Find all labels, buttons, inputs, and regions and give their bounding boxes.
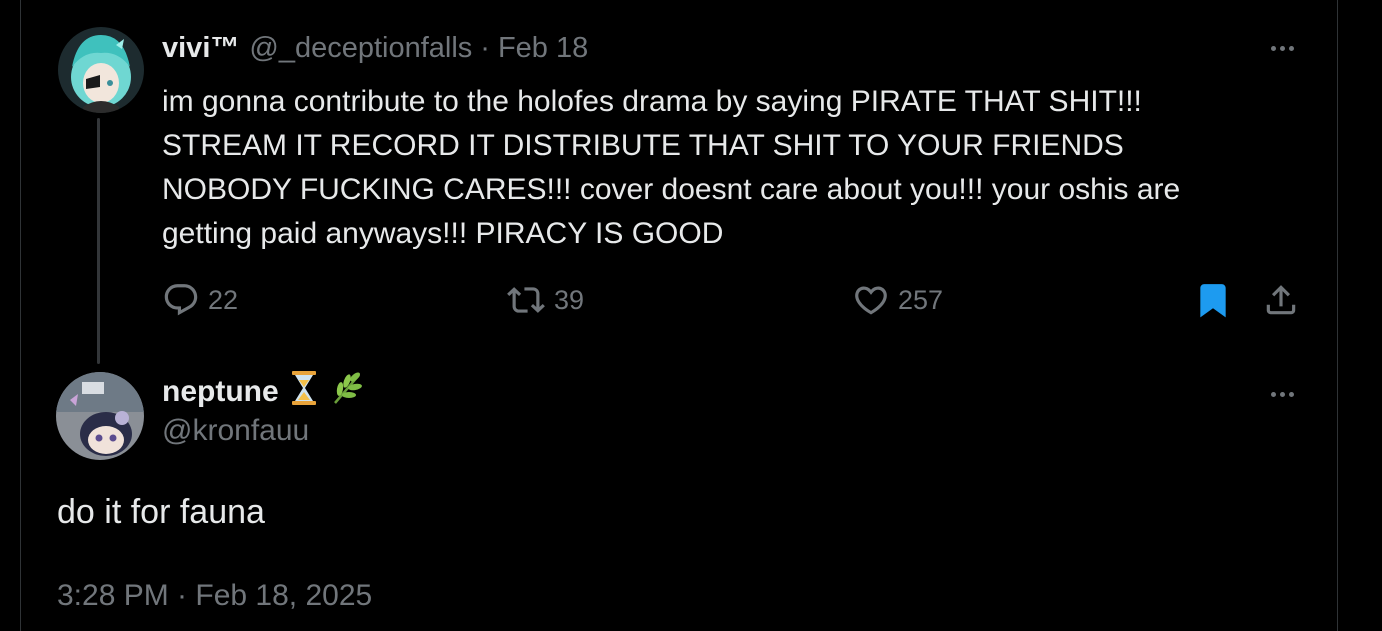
reply-display-name[interactable]: neptune bbox=[162, 375, 279, 409]
hourglass-emoji bbox=[289, 370, 319, 414]
like-count: 257 bbox=[898, 284, 944, 315]
avatar-vivi[interactable] bbox=[58, 27, 144, 113]
thread-connector-line bbox=[97, 118, 100, 364]
tweet-text-line: im gonna contribute to the holofes drama… bbox=[162, 85, 1142, 118]
like-icon bbox=[855, 286, 887, 315]
retweet-icon bbox=[507, 287, 545, 313]
more-icon[interactable] bbox=[1262, 36, 1302, 60]
bookmark-button[interactable] bbox=[1194, 278, 1232, 322]
bookmark-icon bbox=[1200, 284, 1226, 318]
like-button[interactable]: 257 bbox=[852, 278, 943, 322]
parent-handle[interactable]: @_deceptionfalls bbox=[249, 32, 472, 65]
parent-display-name[interactable]: vivi™ bbox=[162, 32, 239, 65]
reply-timestamp[interactable]: 3:28 PM · Feb 18, 2025 bbox=[57, 579, 372, 613]
herb-emoji bbox=[329, 369, 367, 415]
reply-tweet-text: do it for fauna bbox=[57, 493, 265, 531]
header-separator: · bbox=[480, 32, 490, 64]
retweet-button[interactable]: 39 bbox=[506, 278, 584, 322]
share-icon bbox=[1266, 285, 1296, 315]
share-button[interactable] bbox=[1262, 278, 1300, 322]
parent-tweet-header: vivi™ @_deceptionfalls · Feb 18 bbox=[162, 32, 588, 68]
reply-button[interactable]: 22 bbox=[162, 278, 238, 322]
reply-icon bbox=[164, 284, 198, 316]
tweet-text-line: STREAM IT RECORD IT DISTRIBUTE THAT SHIT… bbox=[162, 129, 1124, 162]
more-icon[interactable] bbox=[1262, 382, 1302, 406]
tweet-text-line: NOBODY FUCKING CARES!!! cover doesnt car… bbox=[162, 173, 1181, 206]
parent-tweet-text: im gonna contribute to the holofes drama… bbox=[162, 80, 1302, 256]
reply-count: 22 bbox=[208, 284, 239, 315]
avatar-neptune[interactable] bbox=[56, 372, 144, 460]
tweet-text-line: getting paid anyways!!! PIRACY IS GOOD bbox=[162, 217, 724, 250]
retweet-count: 39 bbox=[554, 284, 585, 315]
reply-handle[interactable]: @kronfauu bbox=[162, 414, 309, 448]
parent-date[interactable]: Feb 18 bbox=[498, 32, 588, 65]
reply-tweet-header: neptune bbox=[162, 369, 367, 415]
